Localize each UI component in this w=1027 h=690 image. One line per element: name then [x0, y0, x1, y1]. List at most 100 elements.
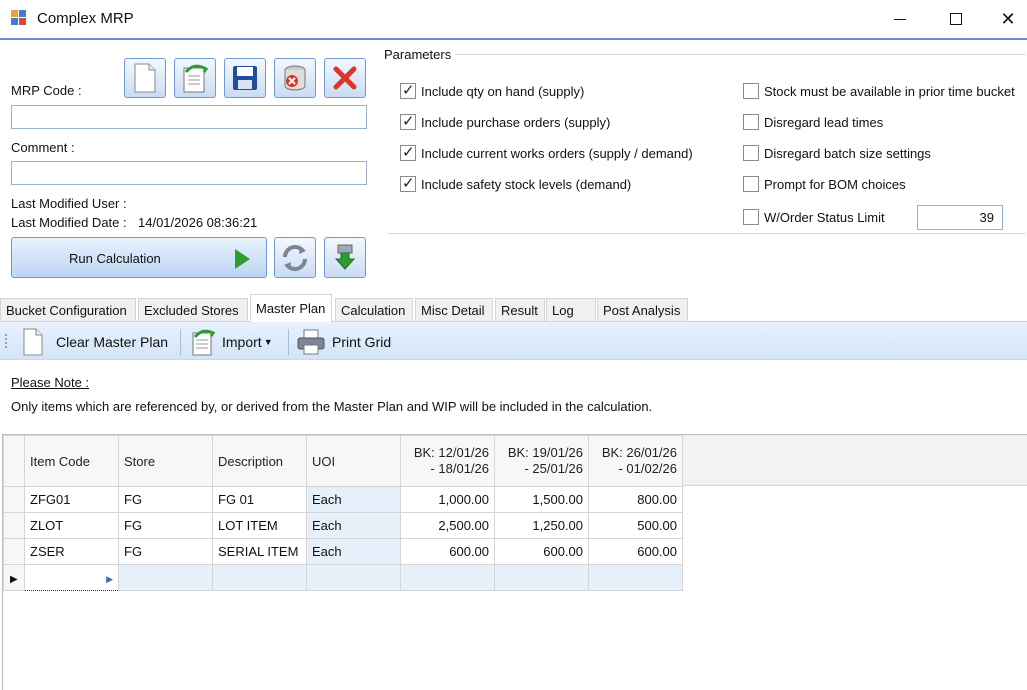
cell-uoi[interactable]: Each	[306, 512, 401, 539]
window-border	[0, 38, 1027, 40]
column-header-bucket-1[interactable]: BK: 12/01/26 - 18/01/26	[400, 435, 495, 487]
cell-bucket-1[interactable]: 600.00	[400, 538, 495, 565]
cancel-button[interactable]	[324, 58, 366, 98]
column-header-bucket-2[interactable]: BK: 19/01/26 - 25/01/26	[494, 435, 589, 487]
tab-strip: Bucket Configuration Excluded Stores Mas…	[0, 294, 1027, 323]
tab-result[interactable]: Result	[495, 298, 545, 322]
row-header[interactable]	[3, 512, 25, 539]
mrp-code-label: MRP Code :	[11, 83, 82, 98]
table-row[interactable]: ZSER FG SERIAL ITEM Each 600.00 600.00 6…	[3, 538, 683, 565]
checkbox-include-works-orders[interactable]	[400, 143, 416, 161]
column-header-bucket-3[interactable]: BK: 26/01/26 - 01/02/26	[588, 435, 683, 487]
mrp-code-input[interactable]	[11, 105, 367, 129]
cell-description[interactable]: LOT ITEM	[212, 512, 307, 539]
disregard-batch-size-label: Disregard batch size settings	[764, 146, 931, 161]
cell-uoi[interactable]: Each	[306, 486, 401, 513]
open-button[interactable]	[174, 58, 216, 98]
cell-item-code[interactable]: ZSER	[24, 538, 119, 565]
new-row-item-code-cell[interactable]: ▶	[24, 564, 119, 591]
cell-bucket-2[interactable]: 600.00	[494, 538, 589, 565]
import-dropdown-button[interactable]: Import ▼	[190, 329, 273, 356]
comment-input[interactable]	[11, 161, 367, 185]
new-row-uoi-cell[interactable]	[306, 564, 401, 591]
maximize-icon	[950, 13, 962, 25]
new-row-store-cell[interactable]	[118, 564, 213, 591]
tab-excluded-stores[interactable]: Excluded Stores	[138, 298, 248, 322]
tab-log[interactable]: Log	[546, 298, 596, 322]
delete-button[interactable]	[274, 58, 316, 98]
column-header-item-code[interactable]: Item Code	[24, 435, 119, 487]
cell-item-code[interactable]: ZLOT	[24, 512, 119, 539]
new-row-bucket-3-cell[interactable]	[588, 564, 683, 591]
maximize-button[interactable]	[933, 0, 979, 38]
parameters-divider	[388, 233, 1025, 234]
row-header-corner	[3, 435, 25, 487]
wo-status-limit-input[interactable]: 39	[917, 205, 1003, 230]
tab-misc-detail[interactable]: Misc Detail	[415, 298, 493, 322]
checkbox-stock-prior-bucket[interactable]	[743, 83, 759, 99]
checkbox-include-qty-on-hand[interactable]	[400, 81, 416, 99]
row-header[interactable]: ▶	[3, 564, 25, 591]
new-button[interactable]	[124, 58, 166, 98]
chevron-down-icon: ▼	[263, 337, 273, 347]
clear-master-plan-button[interactable]: Clear Master Plan	[22, 328, 168, 356]
cell-store[interactable]: FG	[118, 512, 213, 539]
cell-item-code[interactable]: ZFG01	[24, 486, 119, 513]
open-document-icon	[192, 329, 216, 356]
tab-calculation[interactable]: Calculation	[335, 298, 413, 322]
toolbar-grip[interactable]	[5, 334, 7, 348]
open-document-icon	[183, 64, 209, 93]
new-row-bucket-2-cell[interactable]	[494, 564, 589, 591]
cell-bucket-3[interactable]: 500.00	[588, 512, 683, 539]
close-button[interactable]: ✕	[985, 0, 1027, 38]
prompt-bom-choices-label: Prompt for BOM choices	[764, 177, 906, 192]
cell-bucket-3[interactable]: 800.00	[588, 486, 683, 513]
refresh-icon	[283, 244, 307, 271]
new-row-bucket-1-cell[interactable]	[400, 564, 495, 591]
title-bar: Complex MRP ✕	[0, 0, 1027, 38]
tab-bucket-configuration[interactable]: Bucket Configuration	[0, 298, 136, 322]
cell-bucket-3[interactable]: 600.00	[588, 538, 683, 565]
column-header-store[interactable]: Store	[118, 435, 213, 487]
column-header-uoi[interactable]: UOI	[306, 435, 401, 487]
checkbox-disregard-batch-size[interactable]	[743, 145, 759, 161]
row-header[interactable]	[3, 486, 25, 513]
include-safety-stock-label: Include safety stock levels (demand)	[421, 177, 632, 192]
cell-bucket-1[interactable]: 1,000.00	[400, 486, 495, 513]
minimize-button[interactable]	[877, 0, 923, 38]
table-row[interactable]: ZFG01 FG FG 01 Each 1,000.00 1,500.00 80…	[3, 486, 683, 513]
save-button[interactable]	[224, 58, 266, 98]
tab-post-analysis[interactable]: Post Analysis	[597, 298, 688, 322]
checkbox-include-purchase-orders[interactable]	[400, 112, 416, 130]
comment-label: Comment :	[11, 140, 75, 155]
cell-description[interactable]: SERIAL ITEM	[212, 538, 307, 565]
column-header-description[interactable]: Description	[212, 435, 307, 487]
checkbox-prompt-bom-choices[interactable]	[743, 176, 759, 192]
row-header[interactable]	[3, 538, 25, 565]
cell-bucket-2[interactable]: 1,250.00	[494, 512, 589, 539]
print-grid-label: Print Grid	[332, 334, 392, 350]
dropdown-arrow-icon[interactable]: ▶	[106, 574, 113, 584]
cell-bucket-2[interactable]: 1,500.00	[494, 486, 589, 513]
new-row[interactable]: ▶ ▶	[3, 564, 683, 591]
cell-store[interactable]: FG	[118, 486, 213, 513]
disregard-lead-times-label: Disregard lead times	[764, 115, 884, 130]
new-row-description-cell[interactable]	[212, 564, 307, 591]
parameters-border	[455, 54, 1025, 55]
print-grid-button[interactable]: Print Grid	[296, 329, 391, 355]
stock-prior-bucket-label: Stock must be available in prior time bu…	[764, 84, 1015, 99]
new-document-icon	[134, 63, 156, 93]
checkbox-include-safety-stock[interactable]	[400, 174, 416, 192]
cell-uoi[interactable]: Each	[306, 538, 401, 565]
cell-store[interactable]: FG	[118, 538, 213, 565]
cell-description[interactable]: FG 01	[212, 486, 307, 513]
refresh-button[interactable]	[274, 237, 316, 278]
cell-bucket-1[interactable]: 2,500.00	[400, 512, 495, 539]
table-row[interactable]: ZLOT FG LOT ITEM Each 2,500.00 1,250.00 …	[3, 512, 683, 539]
checkbox-disregard-lead-times[interactable]	[743, 114, 759, 130]
checkbox-wo-status-limit[interactable]	[743, 209, 759, 225]
master-plan-grid[interactable]: Item Code Store Description UOI BK: 12/0…	[2, 434, 1027, 690]
run-calculation-button[interactable]: Run Calculation	[11, 237, 267, 278]
tab-master-plan[interactable]: Master Plan	[250, 294, 332, 323]
download-button[interactable]	[324, 237, 366, 278]
